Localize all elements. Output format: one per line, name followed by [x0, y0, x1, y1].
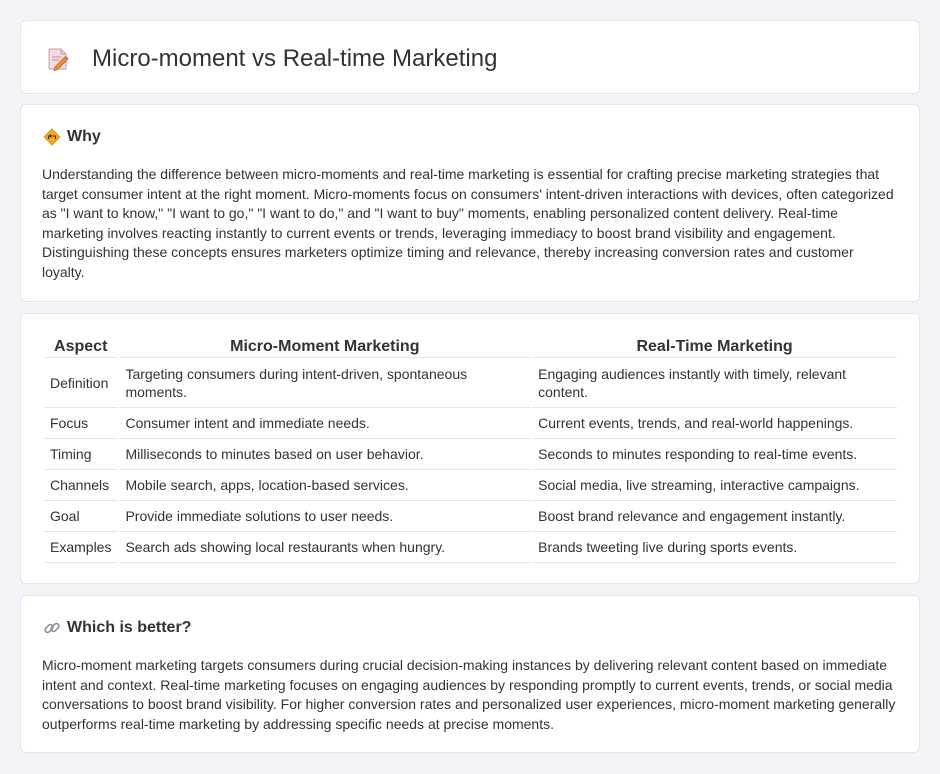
row-micro-moment: Milliseconds to minutes based on user be… — [119, 439, 531, 470]
table-row: Channels Mobile search, apps, location-b… — [44, 470, 897, 501]
page-title: Micro-moment vs Real-time Marketing — [92, 45, 498, 72]
row-real-time: Seconds to minutes responding to real-ti… — [532, 439, 897, 470]
comparison-section: Aspect Micro-Moment Marketing Real-Time … — [20, 313, 920, 584]
row-aspect: Definition — [44, 358, 118, 408]
row-real-time: Boost brand relevance and engagement ins… — [532, 501, 897, 532]
table-row: Examples Search ads showing local restau… — [44, 532, 897, 563]
link-icon — [43, 619, 61, 637]
why-heading: Why — [43, 127, 101, 147]
which-is-better-section: Which is better? Micro-moment marketing … — [20, 595, 920, 753]
signpost-diamond-icon — [43, 128, 61, 146]
table-row: Timing Milliseconds to minutes based on … — [44, 439, 897, 470]
row-micro-moment: Mobile search, apps, location-based serv… — [119, 470, 531, 501]
row-real-time: Current events, trends, and real-world h… — [532, 408, 897, 439]
better-heading: Which is better? — [43, 618, 191, 638]
table-row: Focus Consumer intent and immediate need… — [44, 408, 897, 439]
row-aspect: Focus — [44, 408, 118, 439]
document-pencil-icon — [47, 47, 69, 72]
row-aspect: Goal — [44, 501, 118, 532]
better-title: Which is better? — [67, 619, 192, 636]
header-real-time: Real-Time Marketing — [532, 334, 897, 358]
header-card: Micro-moment vs Real-time Marketing — [20, 20, 920, 94]
table-header-row: Aspect Micro-Moment Marketing Real-Time … — [44, 334, 897, 358]
why-section: Why Understanding the difference between… — [20, 104, 920, 302]
why-title: Why — [67, 128, 101, 145]
table-row: Definition Targeting consumers during in… — [44, 358, 897, 408]
comparison-table: Aspect Micro-Moment Marketing Real-Time … — [42, 334, 899, 563]
row-real-time: Social media, live streaming, interactiv… — [532, 470, 897, 501]
why-text: Understanding the difference between mic… — [42, 166, 894, 280]
row-micro-moment: Consumer intent and immediate needs. — [119, 408, 531, 439]
row-real-time: Brands tweeting live during sports event… — [532, 532, 897, 563]
table-row: Goal Provide immediate solutions to user… — [44, 501, 897, 532]
row-real-time: Engaging audiences instantly with timely… — [532, 358, 897, 408]
row-aspect: Timing — [44, 439, 118, 470]
header-micro-moment: Micro-Moment Marketing — [119, 334, 531, 358]
row-micro-moment: Targeting consumers during intent-driven… — [119, 358, 531, 408]
row-aspect: Channels — [44, 470, 118, 501]
better-text: Micro-moment marketing targets consumers… — [42, 657, 896, 732]
row-aspect: Examples — [44, 532, 118, 563]
row-micro-moment: Provide immediate solutions to user need… — [119, 501, 531, 532]
header-aspect: Aspect — [44, 334, 118, 358]
row-micro-moment: Search ads showing local restaurants whe… — [119, 532, 531, 563]
